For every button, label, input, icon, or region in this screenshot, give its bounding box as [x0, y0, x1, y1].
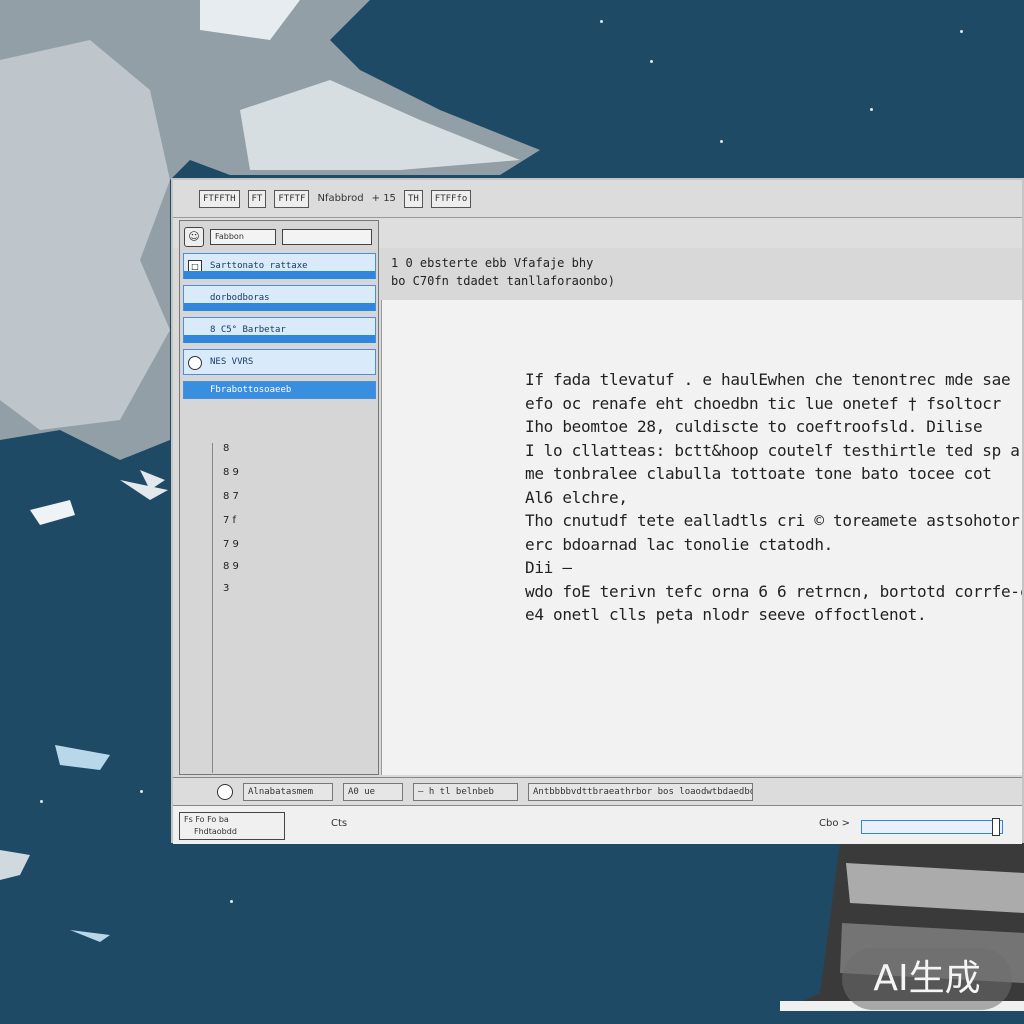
star	[650, 60, 653, 63]
toolbar-menu-label[interactable]: Nfabbrod	[317, 193, 363, 204]
document-header: 1 0 ebsterte ebb Vfafaje bhy bo C70fn td…	[381, 248, 1022, 301]
text-line: Dii –	[525, 558, 572, 577]
text-line: If fada tlevatuf . e haulEwhen che tenon…	[525, 370, 1011, 389]
sidebar-search-input[interactable]	[282, 229, 372, 245]
toolbar: FTFFTH FT FTFTF Nfabbrod + 15 TH FTFFfo	[173, 180, 1022, 218]
user-avatar-icon[interactable]: ☺	[184, 227, 204, 247]
app-window: FTFFTH FT FTFTF Nfabbrod + 15 TH FTFFfo …	[171, 178, 1024, 844]
list-item-highlight	[184, 303, 375, 311]
star	[230, 900, 233, 903]
sidebar-header: ☺ Fabbon	[184, 225, 374, 249]
list-item-label: NES VVRS	[210, 357, 254, 367]
document-subtitle: bo C70fn tdadet tanllaforaonbo)	[391, 274, 615, 288]
text-line: Al6 elchre,	[525, 487, 628, 507]
star	[40, 800, 43, 803]
tree-view: 8 8 9 8 7 7 f 7 9 8 9 3	[212, 443, 239, 773]
star	[960, 30, 963, 33]
list-item[interactable]: dorbodboras	[183, 285, 376, 311]
toolbar-button-file[interactable]: FTFFTH	[199, 189, 240, 208]
tree-item[interactable]: 8 7	[223, 491, 239, 502]
status-field: A0 ue	[343, 782, 403, 801]
list-item-label: dorbodboras	[210, 293, 270, 303]
ai-generated-watermark: AI生成	[842, 948, 1012, 1010]
status-bar: Alnabatasmem A0 ue – h tl belnbeb Antbbb…	[173, 777, 1022, 805]
sidebar-field-primary[interactable]: Fabbon	[210, 229, 276, 245]
tree-item[interactable]: 8 9	[223, 467, 239, 478]
toolbar-button-4[interactable]: TH	[403, 189, 423, 208]
star	[600, 20, 603, 23]
list-item-selected[interactable]: Fbrabottosoaeeb	[183, 381, 376, 399]
list-item-highlight	[184, 271, 375, 279]
text-line: efo oc renafe eht choedbn tic lue onetef…	[525, 393, 1001, 413]
slider-handle[interactable]	[992, 818, 1000, 836]
list-item[interactable]: □ Sarttonato rattaxe	[183, 253, 376, 279]
list-item-label: 8 C5° Barbetar	[210, 325, 286, 335]
star	[140, 790, 143, 793]
sidebar-list: □ Sarttonato rattaxe dorbodboras 8 C5° B…	[183, 253, 376, 405]
text-line: Tho cnutudf tete ealladtls cri © toreame…	[525, 511, 1020, 530]
radio-icon	[188, 356, 202, 370]
bottom-panel-label: Fs Fo Fo ba	[184, 815, 229, 824]
text-line: me tonbralee clabulla tottoate tone bato…	[525, 464, 992, 483]
toolbar-button-2[interactable]: FT	[247, 189, 267, 208]
toolbar-button-5[interactable]: FTFFfo	[430, 189, 472, 208]
text-line: erc bdoarnad lac tonolie ctatodh.	[525, 534, 833, 554]
star	[720, 140, 723, 143]
zoom-slider[interactable]	[861, 818, 1003, 836]
document-body: If fada tlevatuf . e haulEwhen che tenon…	[525, 370, 1022, 629]
list-item[interactable]: NES VVRS	[183, 349, 376, 375]
bottom-panel[interactable]: Fs Fo Fo ba Fhdtaobdd	[179, 812, 285, 840]
text-line: Iho beomtoe 28, culdiscte to coeftroofsl…	[525, 417, 983, 436]
tree-item[interactable]: 8 9	[223, 561, 239, 572]
bottom-bar: Fs Fo Fo ba Fhdtaobdd Cts Cbo >	[173, 805, 1022, 844]
star	[870, 108, 873, 111]
text-line: e4 onetl clls peta nlodr seeve offoctlen…	[525, 605, 927, 624]
text-line: I lo cllatteas: bctt&hoop coutelf testhi…	[525, 440, 1020, 460]
tree-item[interactable]: 8	[223, 443, 229, 454]
status-field: – h tl belnbeb	[413, 782, 518, 801]
tree-item[interactable]: 7 f	[223, 515, 236, 526]
sidebar: ☺ Fabbon □ Sarttonato rattaxe dorbodbora…	[179, 220, 379, 775]
tree-item[interactable]: 3	[223, 583, 229, 594]
list-item-label: Sarttonato rattaxe	[210, 261, 308, 271]
zoom-label: Cbo >	[819, 818, 851, 829]
toolbar-zoom-label[interactable]: + 15	[372, 193, 396, 204]
status-field: Alnabatasmem	[243, 782, 333, 801]
document-title: 1 0 ebsterte ebb Vfafaje bhy	[391, 256, 594, 270]
text-line: wdo foE terivn tefc orna 6 6 retrncn, bo…	[525, 581, 1022, 601]
document-area[interactable]: If fada tlevatuf . e haulEwhen che tenon…	[381, 300, 1022, 775]
list-item-highlight	[184, 335, 375, 343]
tree-item[interactable]: 7 9	[223, 539, 239, 550]
toolbar-button-3[interactable]: FTFTF	[274, 189, 310, 208]
list-item[interactable]: 8 C5° Barbetar	[183, 317, 376, 343]
bottom-panel-value: Fhdtaobdd	[194, 827, 237, 836]
status-message: Antbbbbvdttbraeathrbor bos loaodwtbdaedb…	[528, 782, 753, 801]
bottom-mid-label[interactable]: Cts	[331, 818, 347, 829]
status-circle-icon[interactable]	[217, 783, 233, 800]
list-item-label: Fbrabottosoaeeb	[210, 385, 292, 395]
